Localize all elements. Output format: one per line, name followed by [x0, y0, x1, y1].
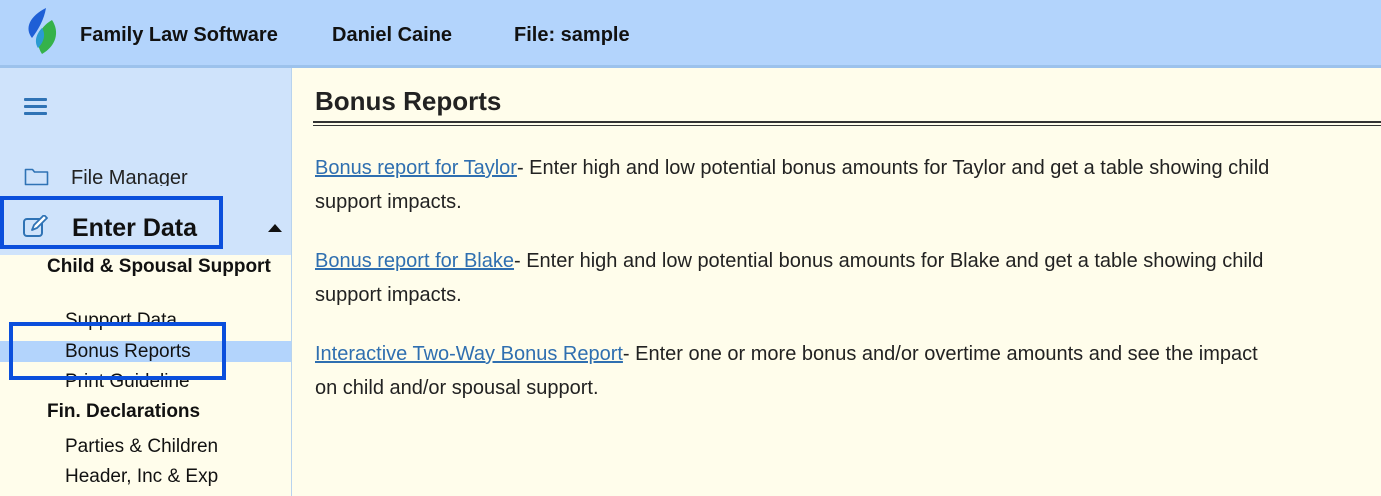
- user-name: Daniel Caine: [332, 24, 453, 46]
- main-content: Bonus Reports Bonus report for Taylor- E…: [293, 68, 1381, 496]
- sidebar-item-support-data[interactable]: Support Data: [65, 310, 177, 332]
- sidebar-item-print-guideline[interactable]: Print Guideline: [65, 371, 190, 393]
- page-title: Bonus Reports: [315, 86, 502, 116]
- sidebar-top: [0, 68, 291, 148]
- caret-up-icon[interactable]: [268, 224, 282, 232]
- report-entry: Bonus report for Blake- Enter high and l…: [315, 244, 1275, 312]
- report-entry: Bonus report for Taylor- Enter high and …: [315, 151, 1275, 219]
- hamburger-icon[interactable]: [24, 98, 47, 115]
- bonus-report-blake-link[interactable]: Bonus report for Blake: [315, 250, 514, 272]
- app-header: Family Law Software Daniel Caine File: s…: [0, 0, 1381, 68]
- bonus-report-taylor-link[interactable]: Bonus report for Taylor: [315, 157, 517, 179]
- section-title: Child & Spousal Support: [47, 256, 271, 277]
- folder-icon: [24, 168, 49, 186]
- sidebar-item-bonus-reports[interactable]: Bonus Reports: [65, 341, 191, 363]
- enter-data-label: Enter Data: [72, 214, 198, 242]
- edit-icon: [23, 215, 48, 237]
- sidebar: File Manager Enter Data Child & Spousal …: [0, 68, 292, 496]
- sidebar-item-file-manager[interactable]: File Manager: [0, 148, 291, 189]
- app-name: Family Law Software: [80, 24, 278, 46]
- sidebar-item-parties-children[interactable]: Parties & Children: [65, 436, 218, 458]
- sidebar-item-enter-data[interactable]: Enter Data: [0, 186, 291, 255]
- leaf-logo-icon: [28, 8, 57, 54]
- title-divider: [313, 121, 1381, 126]
- file-name: File: sample: [514, 24, 630, 46]
- two-way-bonus-report-link[interactable]: Interactive Two-Way Bonus Report: [315, 343, 623, 365]
- report-entry: Interactive Two-Way Bonus Report- Enter …: [315, 337, 1275, 405]
- sidebar-item-header-inc-exp[interactable]: Header, Inc & Exp: [65, 466, 218, 488]
- section-title: Fin. Declarations: [47, 401, 201, 422]
